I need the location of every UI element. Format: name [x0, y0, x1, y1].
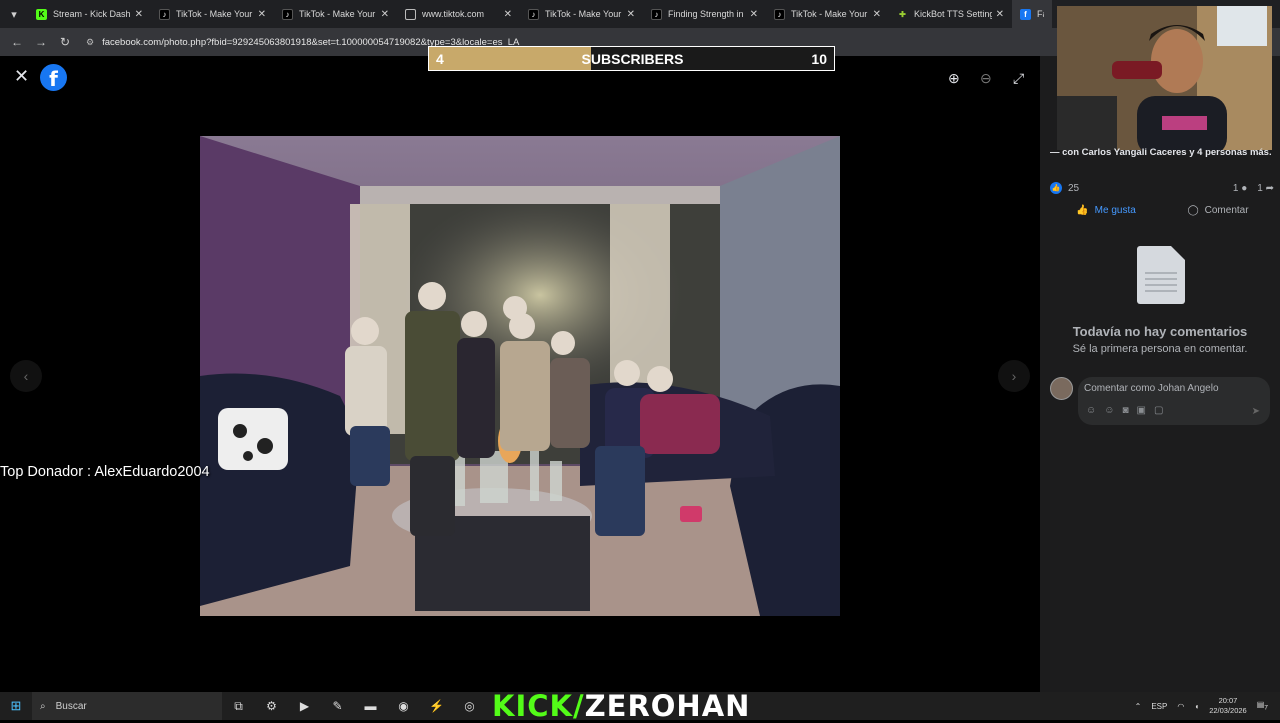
- subscriber-progress-fill: [429, 47, 591, 70]
- tiktok-icon: ♪: [774, 8, 785, 20]
- webcam-image: [1057, 6, 1272, 150]
- task-view-icon[interactable]: ⧉: [222, 692, 255, 720]
- previous-photo-icon[interactable]: ‹: [10, 360, 42, 392]
- back-icon[interactable]: ←: [6, 31, 28, 53]
- tagged-people-text[interactable]: — con Carlos Yangali Caceres y 4 persona…: [1050, 147, 1272, 158]
- obs-icon[interactable]: ◉: [387, 692, 420, 720]
- close-tab-icon[interactable]: ✕: [135, 9, 143, 20]
- close-tab-icon[interactable]: ✕: [627, 9, 635, 20]
- tiktok-icon: ♪: [651, 8, 662, 20]
- tray-chevron-icon[interactable]: ⌃: [1135, 702, 1142, 711]
- zoom-in-icon[interactable]: ⊕: [948, 70, 960, 87]
- sticker-icon[interactable]: ▢: [1154, 405, 1163, 416]
- close-tab-icon[interactable]: ✕: [258, 9, 266, 20]
- thumbs-up-icon: 👍: [1076, 204, 1089, 216]
- comment-bubble-icon: ●: [1241, 182, 1248, 194]
- subscriber-goal-bar: 4 SUBSCRIBERS 10: [428, 46, 835, 71]
- group-photo-image: [200, 136, 840, 616]
- kick-channel-overlay: KICK/ZEROHAN: [492, 689, 751, 723]
- send-icon[interactable]: ➤: [1252, 406, 1260, 417]
- facebook-logo-icon[interactable]: f: [40, 64, 67, 91]
- close-icon[interactable]: ✕: [14, 66, 29, 87]
- site-info-icon[interactable]: ⚙: [86, 37, 94, 48]
- like-button[interactable]: 👍 Me gusta: [1050, 200, 1162, 220]
- no-comments-title: Todavía no hay comentarios: [1072, 324, 1248, 339]
- comment-count[interactable]: 1 ●: [1233, 183, 1247, 194]
- subscriber-current: 4: [436, 50, 444, 67]
- comment-icon: ◯: [1187, 204, 1199, 216]
- top-donor-text: Top Donador : AlexEduardo2004: [0, 464, 210, 480]
- fullscreen-icon[interactable]: ⤢: [1013, 70, 1024, 87]
- streaming-app-icon[interactable]: ⚡: [420, 692, 453, 720]
- media-app-icon[interactable]: ▶: [288, 692, 321, 720]
- tab-tiktok-web[interactable]: www.tiktok.com ✕: [397, 0, 520, 28]
- kickbot-icon: ✚: [899, 9, 906, 19]
- tab-search-icon[interactable]: ▾: [0, 0, 28, 28]
- globe-icon: [405, 8, 416, 20]
- search-icon: ⌕: [40, 700, 46, 712]
- subscriber-label: SUBSCRIBERS: [581, 50, 684, 67]
- language-indicator[interactable]: ESP: [1151, 702, 1167, 711]
- clock[interactable]: 20:07 22/03/2026: [1209, 696, 1247, 716]
- tab-tiktok-4[interactable]: ♪ TikTok - Make Your D ✕: [766, 0, 889, 28]
- next-photo-icon[interactable]: ›: [998, 360, 1030, 392]
- wifi-icon[interactable]: ◠: [1177, 702, 1184, 711]
- camera-icon[interactable]: ◙: [1122, 405, 1128, 416]
- tiktok-icon: ♪: [282, 8, 293, 20]
- close-tab-icon[interactable]: ✕: [873, 9, 881, 20]
- close-tab-icon[interactable]: ✕: [381, 9, 389, 20]
- tab-kickbot-settings[interactable]: ✚ KickBot TTS Settings ✕: [889, 0, 1012, 28]
- empty-comments-document-icon: [1137, 246, 1185, 304]
- file-explorer-icon[interactable]: ▬: [354, 692, 387, 720]
- photo-viewer: ✕ f ⊕ ⊖ ⤢ ‹ › Top Donador: AlexEduardo2…: [0, 56, 1040, 692]
- chrome-icon[interactable]: ◎: [453, 692, 486, 720]
- close-tab-icon[interactable]: ✕: [996, 9, 1004, 20]
- tab-facebook[interactable]: fFaceb: [1012, 0, 1052, 28]
- avatar[interactable]: [1050, 377, 1073, 400]
- share-count[interactable]: 1 ➦: [1257, 183, 1274, 194]
- gif-icon[interactable]: ▣: [1136, 405, 1145, 416]
- tab-tiktok-1[interactable]: ♪ TikTok - Make Your D ✕: [151, 0, 274, 28]
- taskbar-search[interactable]: ⌕ Buscar: [32, 692, 222, 720]
- comment-input[interactable]: Comentar como Johan Angelo: [1084, 383, 1219, 394]
- tab-kick-dashboard[interactable]: KStream - Kick Dashbo✕: [28, 0, 151, 28]
- tiktok-icon: ♪: [159, 8, 170, 20]
- reload-icon[interactable]: ↻: [54, 31, 76, 53]
- volume-icon[interactable]: ◖: [1194, 702, 1199, 711]
- close-tab-icon[interactable]: ✕: [504, 9, 512, 20]
- windows-start-icon[interactable]: ⊞: [0, 692, 32, 720]
- comment-composer[interactable]: Comentar como Johan Angelo ☺ ☺ ◙ ▣ ▢ ➤: [1078, 377, 1270, 425]
- facebook-icon: f: [1020, 8, 1031, 20]
- edit-app-icon[interactable]: ✎: [321, 692, 354, 720]
- kick-icon: K: [36, 8, 47, 20]
- post-actions: 👍 Me gusta ◯ Comentar: [1050, 200, 1274, 220]
- notification-icon[interactable]: ▤7: [1257, 700, 1268, 712]
- reactions-row: 👍 25 1 ● 1 ➦: [1050, 180, 1274, 196]
- no-comments-subtitle: Sé la primera persona en comentar.: [1072, 343, 1248, 355]
- avatar-sticker-icon[interactable]: ☺: [1086, 405, 1096, 416]
- group-photo: [200, 136, 840, 616]
- comment-button[interactable]: ◯ Comentar: [1162, 200, 1274, 220]
- close-tab-icon[interactable]: ✕: [750, 9, 758, 20]
- tab-tiktok-2[interactable]: ♪ TikTok - Make Your D ✕: [274, 0, 397, 28]
- tiktok-icon: ♪: [528, 8, 539, 20]
- forward-icon[interactable]: →: [30, 31, 52, 53]
- tab-finding-strength[interactable]: ♪ Finding Strength in T ✕: [643, 0, 766, 28]
- like-reaction-icon: 👍: [1050, 182, 1062, 194]
- settings-icon[interactable]: ⚙: [255, 692, 288, 720]
- emoji-icon[interactable]: ☺: [1104, 405, 1114, 416]
- system-tray: ⌃ ESP ◠ ◖ 20:07 22/03/2026 ▤7: [1135, 692, 1280, 720]
- webcam-overlay: [1057, 6, 1272, 150]
- like-count[interactable]: 25: [1068, 183, 1079, 194]
- zoom-out-icon[interactable]: ⊖: [980, 70, 992, 87]
- subscriber-goal: 10: [811, 50, 827, 67]
- share-arrow-icon: ➦: [1265, 182, 1274, 194]
- tab-tiktok-3[interactable]: ♪ TikTok - Make Your D ✕: [520, 0, 643, 28]
